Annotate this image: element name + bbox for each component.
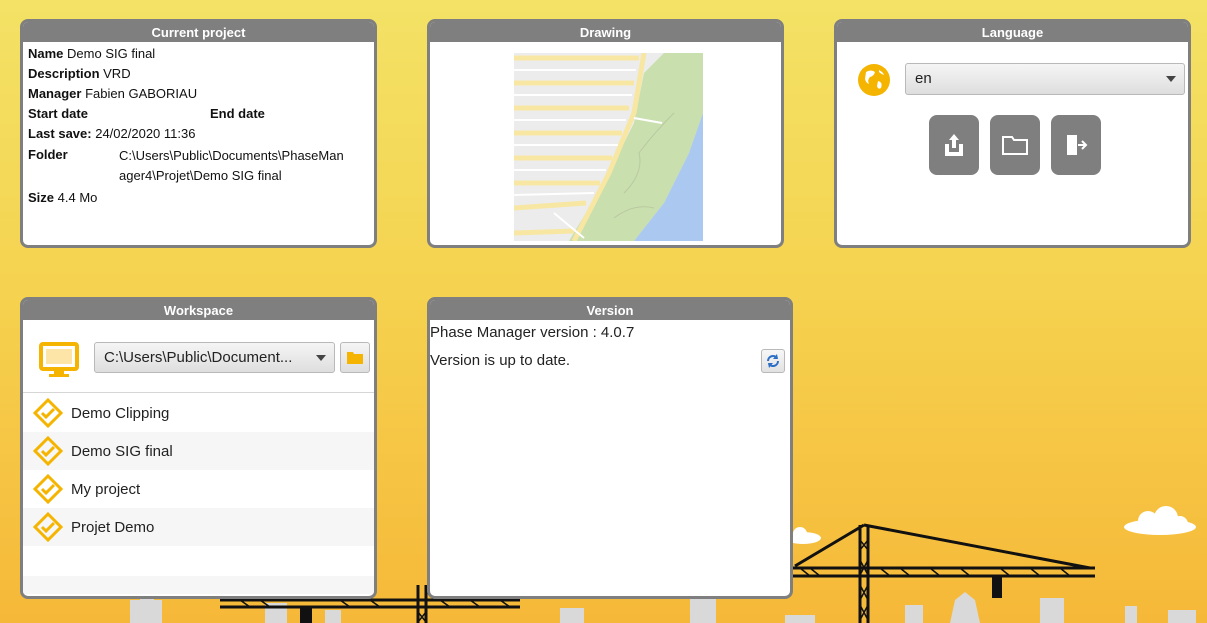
- monitor-icon: [39, 342, 79, 377]
- workspace-panel: Workspace C:\Users\Public\Document... De…: [20, 297, 377, 599]
- list-item[interactable]: Demo Clipping: [23, 394, 374, 432]
- version-status: Version is up to date.: [430, 352, 571, 369]
- language-select[interactable]: en: [905, 63, 1185, 95]
- chevron-down-icon: [316, 354, 326, 361]
- upload-icon: [945, 134, 963, 156]
- version-label: Phase Manager version : 4.0.7: [430, 324, 635, 341]
- size-value: 4.4 Mo: [57, 190, 98, 205]
- language-panel: Language en: [834, 19, 1191, 248]
- panel-header: Current project: [23, 22, 374, 42]
- refresh-icon: [767, 354, 779, 368]
- list-item[interactable]: Demo SIG final: [23, 432, 374, 470]
- project-name: My project: [71, 480, 141, 498]
- panel-header: Workspace: [23, 300, 374, 320]
- manager-value: Fabien GABORIAU: [85, 86, 198, 101]
- folder-value-line1: C:\Users\Public\Documents\PhaseMan: [119, 148, 344, 163]
- folder-icon: [347, 352, 363, 364]
- last-save-value: 24/02/2020 11:36: [95, 126, 196, 141]
- exit-button[interactable]: [1051, 115, 1101, 175]
- current-project-panel: Current project Name Demo SIG final Desc…: [20, 19, 377, 248]
- start-date-label: Start date: [28, 106, 88, 121]
- name-value: Demo SIG final: [67, 46, 156, 61]
- browse-folder-button[interactable]: [340, 342, 370, 373]
- name-label: Name: [28, 46, 64, 61]
- exit-icon: [1067, 135, 1088, 155]
- version-panel: Version Phase Manager version : 4.0.7 Ve…: [427, 297, 793, 599]
- last-save-label: Last save:: [28, 126, 92, 141]
- chevron-down-icon: [1166, 76, 1176, 82]
- divider: [23, 392, 374, 393]
- project-icon: [33, 512, 63, 542]
- cloud-icon: [785, 506, 1196, 544]
- drawing-panel: Drawing: [427, 19, 784, 248]
- size-label: Size: [28, 190, 55, 205]
- project-icon: [33, 474, 63, 504]
- project-name: Demo Clipping: [71, 404, 170, 422]
- panel-header: Drawing: [430, 22, 781, 42]
- list-empty-row: [23, 576, 374, 594]
- workspace-path-value: C:\Users\Public\Document...: [104, 349, 293, 366]
- panel-header: Language: [837, 22, 1188, 42]
- globe-icon: [858, 64, 890, 96]
- description-value: VRD: [103, 66, 131, 81]
- workspace-path-select[interactable]: C:\Users\Public\Document...: [94, 342, 335, 373]
- open-folder-button[interactable]: [990, 115, 1040, 175]
- project-name: Projet Demo: [71, 518, 155, 536]
- list-item[interactable]: My project: [23, 470, 374, 508]
- refresh-button[interactable]: [761, 349, 785, 373]
- list-item[interactable]: Projet Demo: [23, 508, 374, 546]
- project-name: Demo SIG final: [71, 442, 173, 460]
- description-label: Description: [28, 66, 100, 81]
- end-date-label: End date: [210, 106, 265, 121]
- upload-button[interactable]: [929, 115, 979, 175]
- manager-label: Manager: [28, 86, 82, 101]
- project-icon: [33, 398, 63, 428]
- folder-label: Folder: [28, 147, 68, 162]
- panel-header: Version: [430, 300, 790, 320]
- map-thumbnail[interactable]: [514, 53, 703, 241]
- project-icon: [33, 436, 63, 466]
- language-select-value: en: [915, 70, 932, 87]
- folder-icon: [1002, 136, 1028, 155]
- folder-value-line2: ager4\Projet\Demo SIG final: [119, 168, 282, 183]
